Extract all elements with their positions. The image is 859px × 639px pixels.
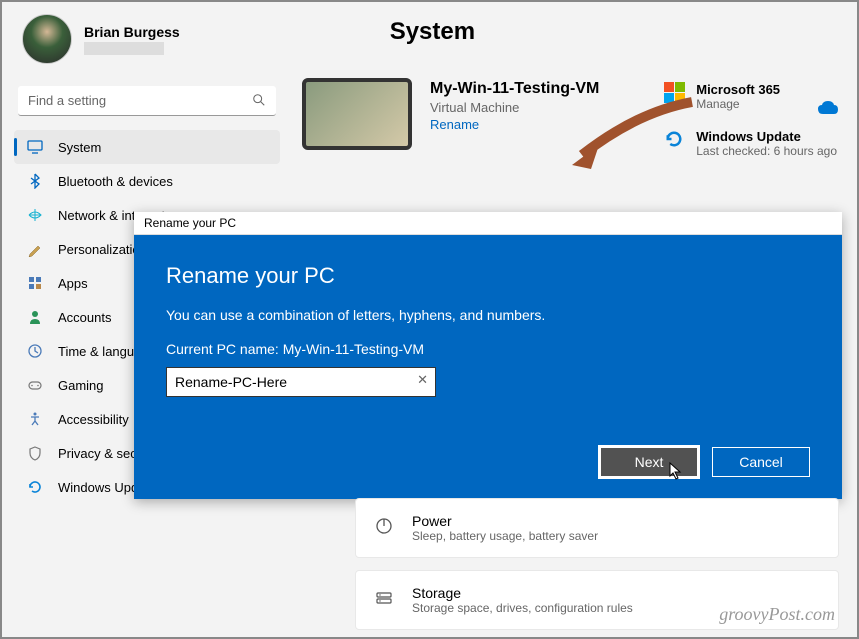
user-profile[interactable]: Brian Burgess — [22, 14, 180, 64]
time-icon — [26, 342, 44, 360]
update-icon — [26, 478, 44, 496]
tile-update[interactable]: Windows Update Last checked: 6 hours ago — [664, 129, 837, 158]
tile-title: Windows Update — [696, 129, 837, 144]
device-name: My-Win-11-Testing-VM — [430, 80, 646, 98]
network-icon — [26, 206, 44, 224]
system-icon — [26, 138, 44, 156]
card-title: Storage — [412, 585, 633, 601]
update-sync-icon — [664, 129, 686, 151]
current-pc-name-label: Current PC name: My-Win-11-Testing-VM — [166, 341, 810, 357]
rename-dialog: Rename your PC Rename your PC You can us… — [134, 212, 842, 499]
privacy-icon — [26, 444, 44, 462]
avatar — [22, 14, 72, 64]
next-button[interactable]: Next — [600, 447, 698, 477]
sidebar-item-bluetooth[interactable]: Bluetooth & devices — [14, 164, 280, 198]
page-title: System — [390, 18, 475, 64]
search-input[interactable] — [18, 86, 276, 116]
cursor-icon — [669, 462, 683, 480]
sidebar-item-label: Accounts — [58, 310, 111, 325]
search-box[interactable] — [18, 86, 276, 116]
dialog-title: Rename your PC — [166, 263, 810, 289]
cancel-button[interactable]: Cancel — [712, 447, 810, 477]
apps-icon — [26, 274, 44, 292]
setting-card-power[interactable]: Power Sleep, battery usage, battery save… — [355, 498, 839, 558]
rename-link[interactable]: Rename — [430, 117, 646, 132]
sidebar-item-label: Bluetooth & devices — [58, 174, 173, 189]
clear-input-icon[interactable]: ✕ — [417, 372, 428, 388]
accessibility-icon — [26, 410, 44, 428]
personalization-icon — [26, 240, 44, 258]
user-email-redacted — [84, 42, 164, 55]
device-thumbnail — [302, 78, 412, 150]
sidebar-item-label: Gaming — [58, 378, 104, 393]
tile-sub: Last checked: 6 hours ago — [696, 144, 837, 158]
bluetooth-icon — [26, 172, 44, 190]
watermark: groovyPost.com — [719, 604, 835, 625]
dialog-titlebar: Rename your PC — [134, 212, 842, 235]
sidebar-item-label: System — [58, 140, 101, 155]
sidebar-item-system[interactable]: System — [14, 130, 280, 164]
user-name: Brian Burgess — [84, 24, 180, 40]
onedrive-icon[interactable] — [817, 100, 839, 120]
tile-ms365[interactable]: Microsoft 365 Manage — [664, 82, 837, 111]
search-icon — [252, 93, 266, 112]
sidebar-item-label: Apps — [58, 276, 88, 291]
ms365-icon — [664, 82, 686, 104]
tile-title: Microsoft 365 — [696, 82, 780, 97]
card-title: Power — [412, 513, 598, 529]
gaming-icon — [26, 376, 44, 394]
dialog-description: You can use a combination of letters, hy… — [166, 307, 810, 323]
storage-icon — [374, 588, 394, 613]
card-sub: Storage space, drives, configuration rul… — [412, 601, 633, 615]
sidebar-item-label: Accessibility — [58, 412, 129, 427]
power-icon — [374, 516, 394, 541]
rename-input[interactable] — [166, 367, 436, 397]
card-sub: Sleep, battery usage, battery saver — [412, 529, 598, 543]
device-type: Virtual Machine — [430, 100, 646, 115]
accounts-icon — [26, 308, 44, 326]
tile-sub: Manage — [696, 97, 780, 111]
